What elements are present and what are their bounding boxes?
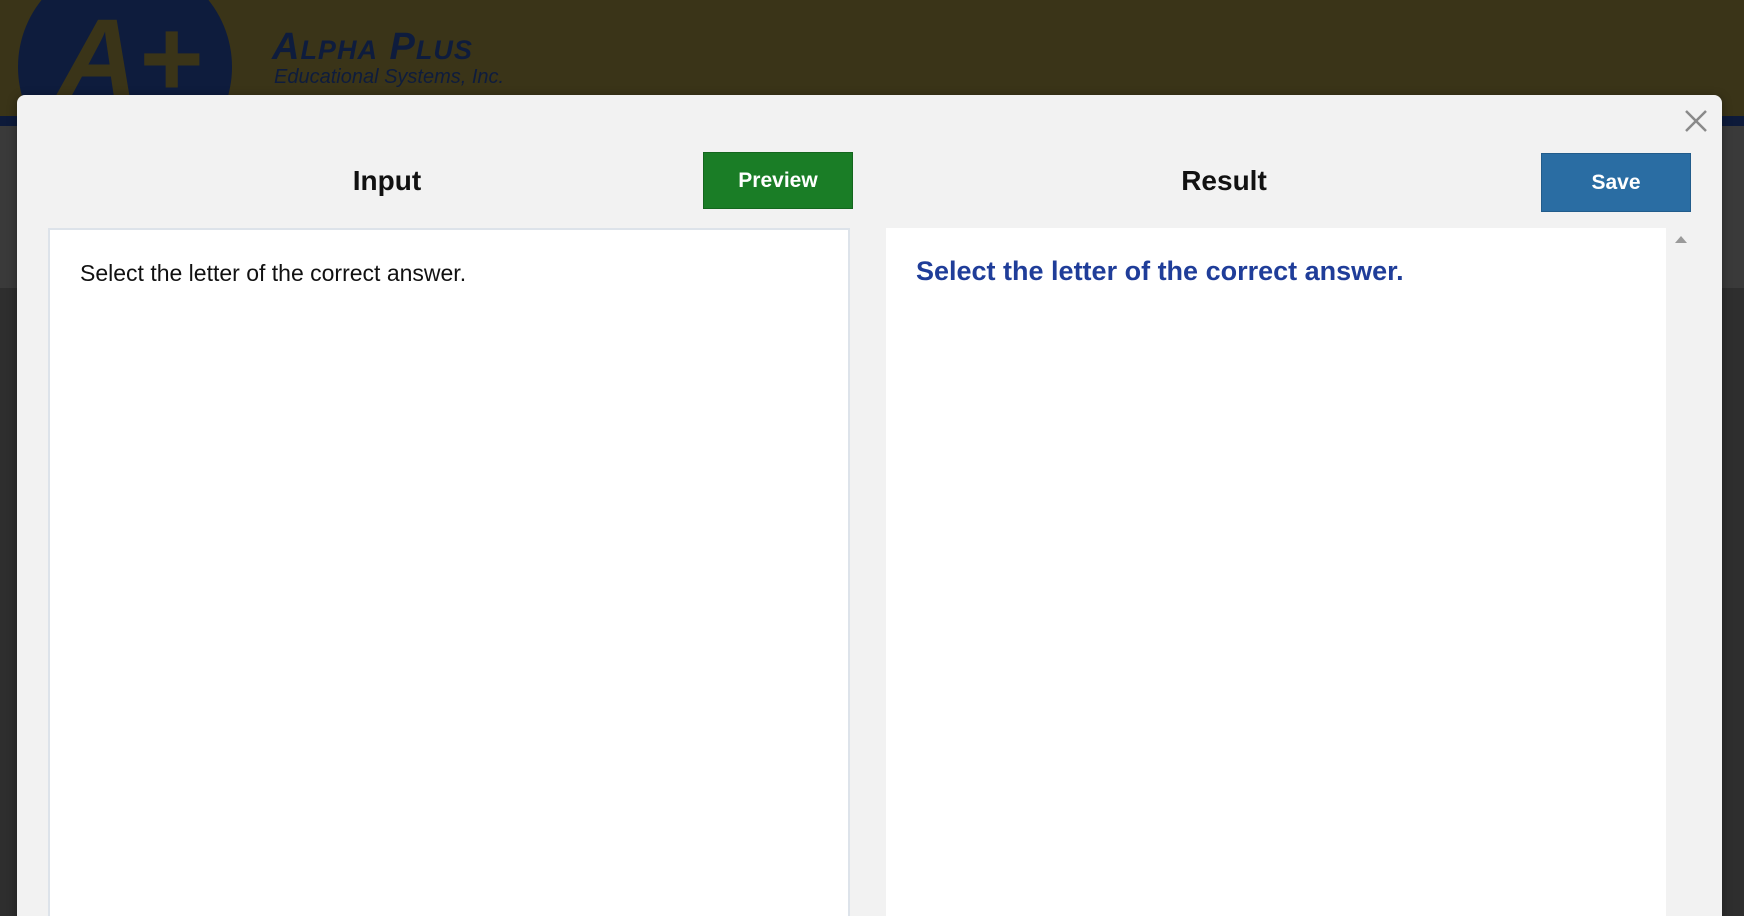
result-text: Select the letter of the correct answer. — [916, 256, 1404, 286]
result-title: Result — [1181, 165, 1267, 196]
input-editor[interactable]: Select the letter of the correct answer. — [48, 228, 850, 916]
brand-tagline: Educational Systems, Inc. — [274, 66, 505, 88]
result-preview: Select the letter of the correct answer. — [886, 228, 1666, 916]
input-text: Select the letter of the correct answer. — [80, 260, 467, 286]
close-button[interactable] — [1682, 107, 1710, 135]
input-title: Input — [352, 165, 422, 196]
preview-button[interactable]: Preview — [703, 152, 853, 209]
scroll-up-arrow-icon[interactable] — [1675, 236, 1687, 243]
result-scrollbar[interactable] — [1671, 228, 1691, 916]
editor-modal: Input Preview Result Save Select the let… — [17, 95, 1722, 916]
brand-name: Alpha Plus — [272, 26, 473, 68]
save-button[interactable]: Save — [1541, 153, 1691, 212]
close-icon — [1685, 110, 1707, 132]
